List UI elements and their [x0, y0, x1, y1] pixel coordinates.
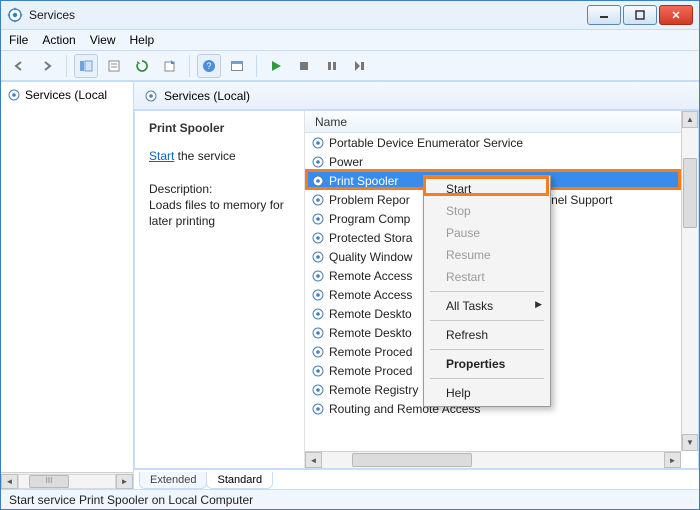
close-button[interactable]: ✕ [659, 5, 693, 25]
service-list[interactable]: Name ▲ Portable Device Enumerator Servic… [305, 111, 698, 468]
gear-icon [7, 88, 21, 102]
gear-icon [311, 250, 325, 264]
gear-icon [311, 364, 325, 378]
service-row-label: Remote Deskto [329, 307, 412, 321]
console-tree[interactable]: Services (Local ◄III► [1, 82, 134, 489]
service-row-label: Remote Proced [329, 345, 412, 359]
ctx-stop: Stop [426, 200, 548, 222]
gear-icon [311, 155, 325, 169]
gear-icon [311, 231, 325, 245]
service-row-label: Print Spooler [329, 174, 398, 188]
service-row-label: Protected Stora [329, 231, 412, 245]
submenu-arrow-icon: ▶ [535, 299, 542, 310]
gear-icon [311, 345, 325, 359]
ctx-properties[interactable]: Properties [426, 353, 548, 375]
status-text: Start service Print Spooler on Local Com… [9, 493, 253, 507]
menu-action[interactable]: Action [42, 33, 75, 47]
ctx-help[interactable]: Help [426, 382, 548, 404]
ctx-restart: Restart [426, 266, 548, 288]
menu-file[interactable]: File [9, 33, 28, 47]
right-pane-title: Services (Local) [164, 89, 250, 103]
gear-icon [311, 174, 325, 188]
gear-icon [311, 326, 325, 340]
service-row-label: Power [329, 155, 363, 169]
service-row-label: Portable Device Enumerator Service [329, 136, 523, 150]
export-button[interactable] [158, 54, 182, 78]
minimize-button[interactable] [587, 5, 621, 25]
context-menu: Start Stop Pause Resume Restart All Task… [423, 175, 551, 407]
gear-icon [311, 383, 325, 397]
service-row-label: Remote Access [329, 288, 412, 302]
service-row-label: Remote Proced [329, 364, 412, 378]
gear-icon [311, 269, 325, 283]
toolbar: ? [1, 51, 699, 81]
menu-bar: File Action View Help [1, 29, 699, 51]
start-service-button[interactable] [264, 54, 288, 78]
tab-extended[interactable]: Extended [139, 472, 207, 489]
restart-service-button[interactable] [348, 54, 372, 78]
gear-icon [311, 212, 325, 226]
svg-text:?: ? [206, 61, 211, 71]
stop-service-button[interactable] [292, 54, 316, 78]
gear-icon [311, 193, 325, 207]
column-name-label: Name [315, 115, 347, 129]
services-icon [7, 7, 23, 23]
list-hscrollbar[interactable]: ◄► [305, 451, 681, 468]
tree-root-label: Services (Local [25, 88, 107, 102]
status-bar: Start service Print Spooler on Local Com… [1, 489, 699, 509]
start-rest: the service [174, 149, 235, 163]
view-tabs: Extended Standard [134, 469, 699, 489]
menu-help[interactable]: Help [130, 33, 155, 47]
ctx-refresh[interactable]: Refresh [426, 324, 548, 346]
maximize-button[interactable] [623, 5, 657, 25]
forward-button[interactable] [35, 54, 59, 78]
ctx-pause: Pause [426, 222, 548, 244]
gear-icon [311, 307, 325, 321]
right-pane-header: Services (Local) [134, 82, 699, 110]
gear-icon [311, 402, 325, 416]
pause-service-button[interactable] [320, 54, 344, 78]
service-name: Print Spooler [149, 121, 294, 135]
window-title: Services [29, 8, 75, 22]
service-row[interactable]: Power [305, 152, 681, 171]
menu-view[interactable]: View [90, 33, 116, 47]
properties-button[interactable] [102, 54, 126, 78]
ctx-all-tasks[interactable]: All Tasks▶ [426, 295, 548, 317]
service-row-label: Remote Deskto [329, 326, 412, 340]
tree-hscrollbar[interactable]: ◄III► [1, 472, 133, 489]
back-button[interactable] [7, 54, 31, 78]
titlebar: Services ✕ [1, 1, 699, 29]
gear-icon [311, 288, 325, 302]
show-hide-tree-button[interactable] [74, 54, 98, 78]
service-row-label: Remote Registry [329, 383, 418, 397]
column-header[interactable]: Name ▲ [305, 111, 698, 133]
start-service-link[interactable]: Start [149, 149, 174, 163]
tree-root-services[interactable]: Services (Local [1, 86, 133, 104]
service-dialog-button[interactable] [225, 54, 249, 78]
service-row[interactable]: Portable Device Enumerator Service [305, 133, 681, 152]
service-row-label: Program Comp [329, 212, 410, 226]
tab-standard[interactable]: Standard [206, 472, 273, 489]
help-button[interactable]: ? [197, 54, 221, 78]
detail-pane: Print Spooler Start the service Descript… [135, 111, 305, 468]
ctx-start[interactable]: Start [426, 178, 548, 200]
gear-icon [144, 89, 158, 103]
ctx-resume: Resume [426, 244, 548, 266]
refresh-button[interactable] [130, 54, 154, 78]
gear-icon [311, 136, 325, 150]
list-vscrollbar[interactable]: ▲▼ [681, 111, 698, 451]
description-text: Loads files to memory for later printing [149, 197, 294, 229]
description-label: Description: [149, 181, 294, 197]
